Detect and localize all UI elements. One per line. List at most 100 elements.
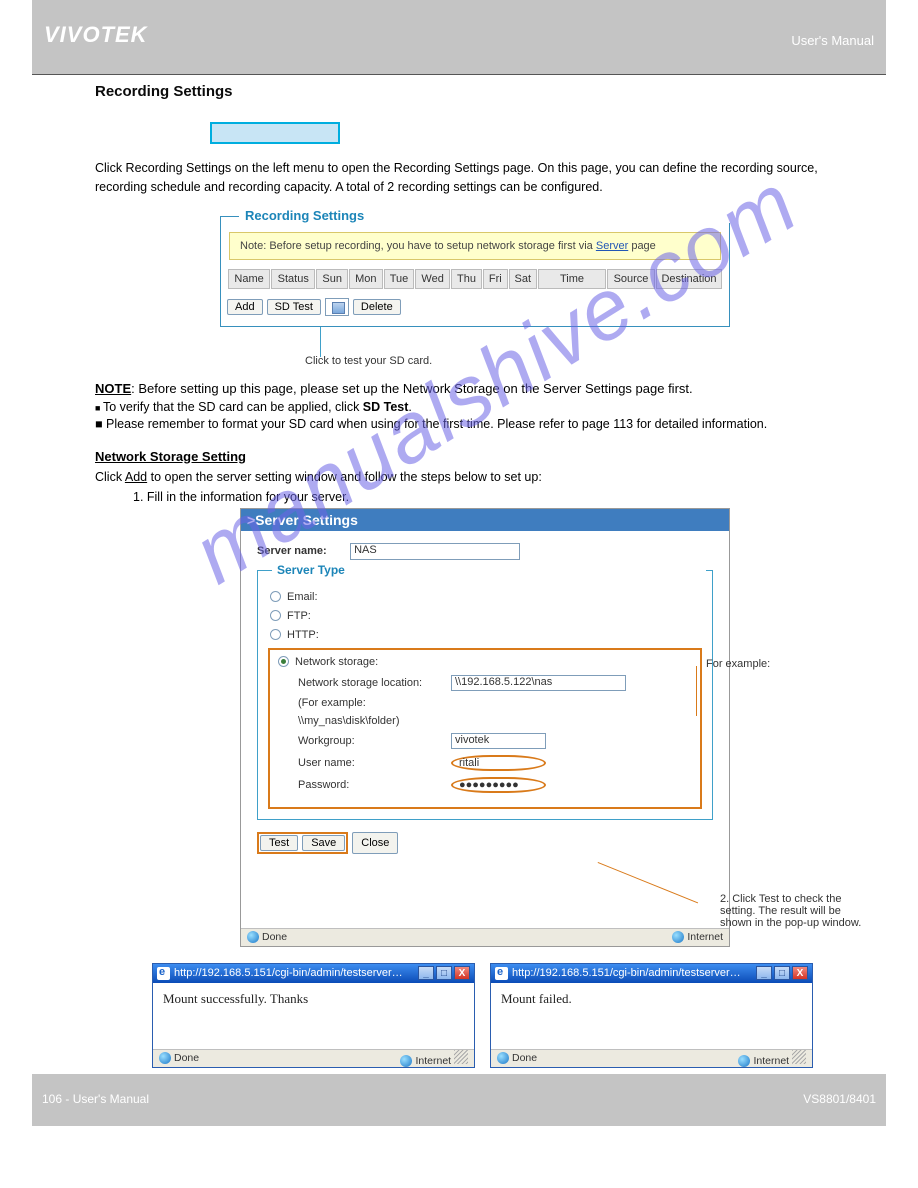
- globe-icon: [738, 1055, 750, 1067]
- ie-icon: [157, 967, 170, 980]
- brand-logo: VIVOTEK: [44, 22, 148, 48]
- globe-icon: [247, 931, 259, 943]
- popup-body: Mount failed.: [491, 983, 812, 1049]
- test-button[interactable]: Test: [260, 835, 298, 851]
- note-list: To verify that the SD card can be applie…: [95, 400, 823, 431]
- note-block: NOTE: Before setting up this page, pleas…: [95, 381, 823, 396]
- maximize-button[interactable]: □: [774, 966, 790, 980]
- recording-settings-panel: Recording Settings Note: Before setup re…: [220, 216, 730, 327]
- popup-zone: Internet: [415, 1055, 451, 1067]
- password-input[interactable]: ●●●●●●●●●: [451, 777, 546, 793]
- sd-test-button[interactable]: SD Test: [267, 299, 321, 315]
- resize-grip-icon[interactable]: [454, 1050, 468, 1064]
- workgroup-input[interactable]: vivotek: [451, 733, 546, 749]
- col-sat: Sat: [509, 269, 537, 289]
- rs-button-row: Add SD Test Delete: [227, 298, 723, 316]
- nsl-example-2: \\my_nas\disk\folder): [298, 715, 692, 727]
- radio-email[interactable]: Email:: [270, 591, 702, 603]
- popup-body: Mount successfully. Thanks: [153, 983, 474, 1049]
- popup-zone: Internet: [753, 1055, 789, 1067]
- radio-http-label: HTTP:: [287, 629, 319, 641]
- footer-bar: 106 - User's Manual VS8801/8401: [32, 1074, 886, 1126]
- page-number-text: 106: [42, 1092, 62, 1106]
- col-tue: Tue: [384, 269, 415, 289]
- close-button[interactable]: Close: [352, 832, 398, 854]
- footer-manual: User's Manual: [73, 1092, 149, 1106]
- col-wed: Wed: [415, 269, 450, 289]
- add-button[interactable]: Add: [227, 299, 263, 315]
- note-label: NOTE: [95, 381, 131, 396]
- col-time: Time: [538, 269, 606, 289]
- globe-icon: [497, 1052, 509, 1064]
- radio-http[interactable]: HTTP:: [270, 629, 702, 641]
- list-item: ■ Please remember to format your SD card…: [95, 417, 823, 431]
- server-link[interactable]: Server: [596, 240, 628, 252]
- rs-legend: Recording Settings: [239, 208, 735, 223]
- col-fri: Fri: [483, 269, 507, 289]
- recording-settings-button[interactable]: [210, 122, 340, 144]
- network-storage-sub: Click Add to open the server setting win…: [95, 470, 823, 484]
- recording-table: Name Status Sun Mon Tue Wed Thu Fri Sat …: [227, 268, 723, 290]
- page-root: manualshive.com VIVOTEK User's Manual Re…: [0, 0, 918, 1126]
- ss-button-row: Test Save Close: [257, 832, 713, 854]
- server-name-row: Server name: NAS: [257, 543, 713, 560]
- popup-done: Done: [512, 1052, 537, 1064]
- popup-status-bar: Done Internet: [153, 1049, 474, 1067]
- resize-grip-icon[interactable]: [792, 1050, 806, 1064]
- globe-icon: [159, 1052, 171, 1064]
- rs-note: Note: Before setup recording, you have t…: [229, 232, 721, 260]
- server-settings-window: >Server Settings Server name: NAS Server…: [240, 508, 730, 947]
- ns-sub-add: Add: [125, 470, 147, 484]
- ie-icon: [495, 967, 508, 980]
- username-input[interactable]: ritali: [451, 755, 546, 771]
- step-1: 1. Fill in the information for your serv…: [133, 490, 823, 504]
- leader-label-1: For example:: [706, 658, 770, 670]
- network-storage-heading: Network Storage Setting: [95, 449, 823, 464]
- status-zone: Internet: [672, 931, 723, 943]
- status-done: Done: [247, 931, 287, 943]
- section-heading: Recording Settings: [95, 83, 823, 100]
- server-type-legend: Server Type: [272, 563, 706, 577]
- result-popups: http://192.168.5.151/cgi-bin/admin/tests…: [152, 963, 823, 1068]
- popup-url: http://192.168.5.151/cgi-bin/admin/tests…: [174, 967, 403, 979]
- radio-network-storage[interactable]: Network storage:: [278, 656, 692, 668]
- radio-icon: [270, 610, 281, 621]
- network-storage-block: Network storage: Network storage locatio…: [268, 648, 702, 809]
- status-zone-text: Internet: [687, 931, 723, 943]
- workgroup-row: Workgroup: vivotek: [298, 733, 692, 749]
- callout-line-sd: [320, 327, 823, 357]
- globe-icon: [400, 1055, 412, 1067]
- radio-icon: [270, 629, 281, 640]
- nsl-input[interactable]: \\192.168.5.122\nas: [451, 675, 626, 691]
- ss-status-bar: Done Internet: [241, 928, 729, 946]
- radio-ftp[interactable]: FTP:: [270, 610, 702, 622]
- maximize-button[interactable]: □: [436, 966, 452, 980]
- header-bar: VIVOTEK User's Manual: [32, 0, 886, 75]
- sd-annotation: Click to test your SD card.: [305, 355, 823, 367]
- globe-icon: [672, 931, 684, 943]
- close-window-button[interactable]: X: [454, 966, 470, 980]
- popup-url: http://192.168.5.151/cgi-bin/admin/tests…: [512, 967, 741, 979]
- recording-select-dropdown[interactable]: [325, 298, 349, 316]
- username-label: User name:: [298, 757, 443, 769]
- intro-paragraph: Click Recording Settings on the left men…: [95, 159, 823, 198]
- test-save-group: Test Save: [257, 832, 348, 854]
- popup-done: Done: [174, 1052, 199, 1064]
- minimize-button[interactable]: _: [418, 966, 434, 980]
- ss-body: Server name: NAS Server Type Email: FTP:…: [241, 531, 729, 868]
- server-name-input[interactable]: NAS: [350, 543, 520, 560]
- nsl-label: Network storage location:: [298, 677, 443, 689]
- manual-label: User's Manual: [791, 33, 874, 48]
- content-area: Recording Settings Click Recording Setti…: [0, 75, 918, 1068]
- password-label: Password:: [298, 779, 443, 791]
- password-row: Password: ●●●●●●●●●: [298, 777, 692, 793]
- page-number: 106 - User's Manual: [42, 1092, 149, 1106]
- save-button[interactable]: Save: [302, 835, 345, 851]
- col-status: Status: [271, 269, 315, 289]
- rec-btn-wrap: [210, 122, 823, 147]
- col-sun: Sun: [316, 269, 348, 289]
- delete-button[interactable]: Delete: [353, 299, 401, 315]
- radio-ftp-label: FTP:: [287, 610, 311, 622]
- minimize-button[interactable]: _: [756, 966, 772, 980]
- close-window-button[interactable]: X: [792, 966, 808, 980]
